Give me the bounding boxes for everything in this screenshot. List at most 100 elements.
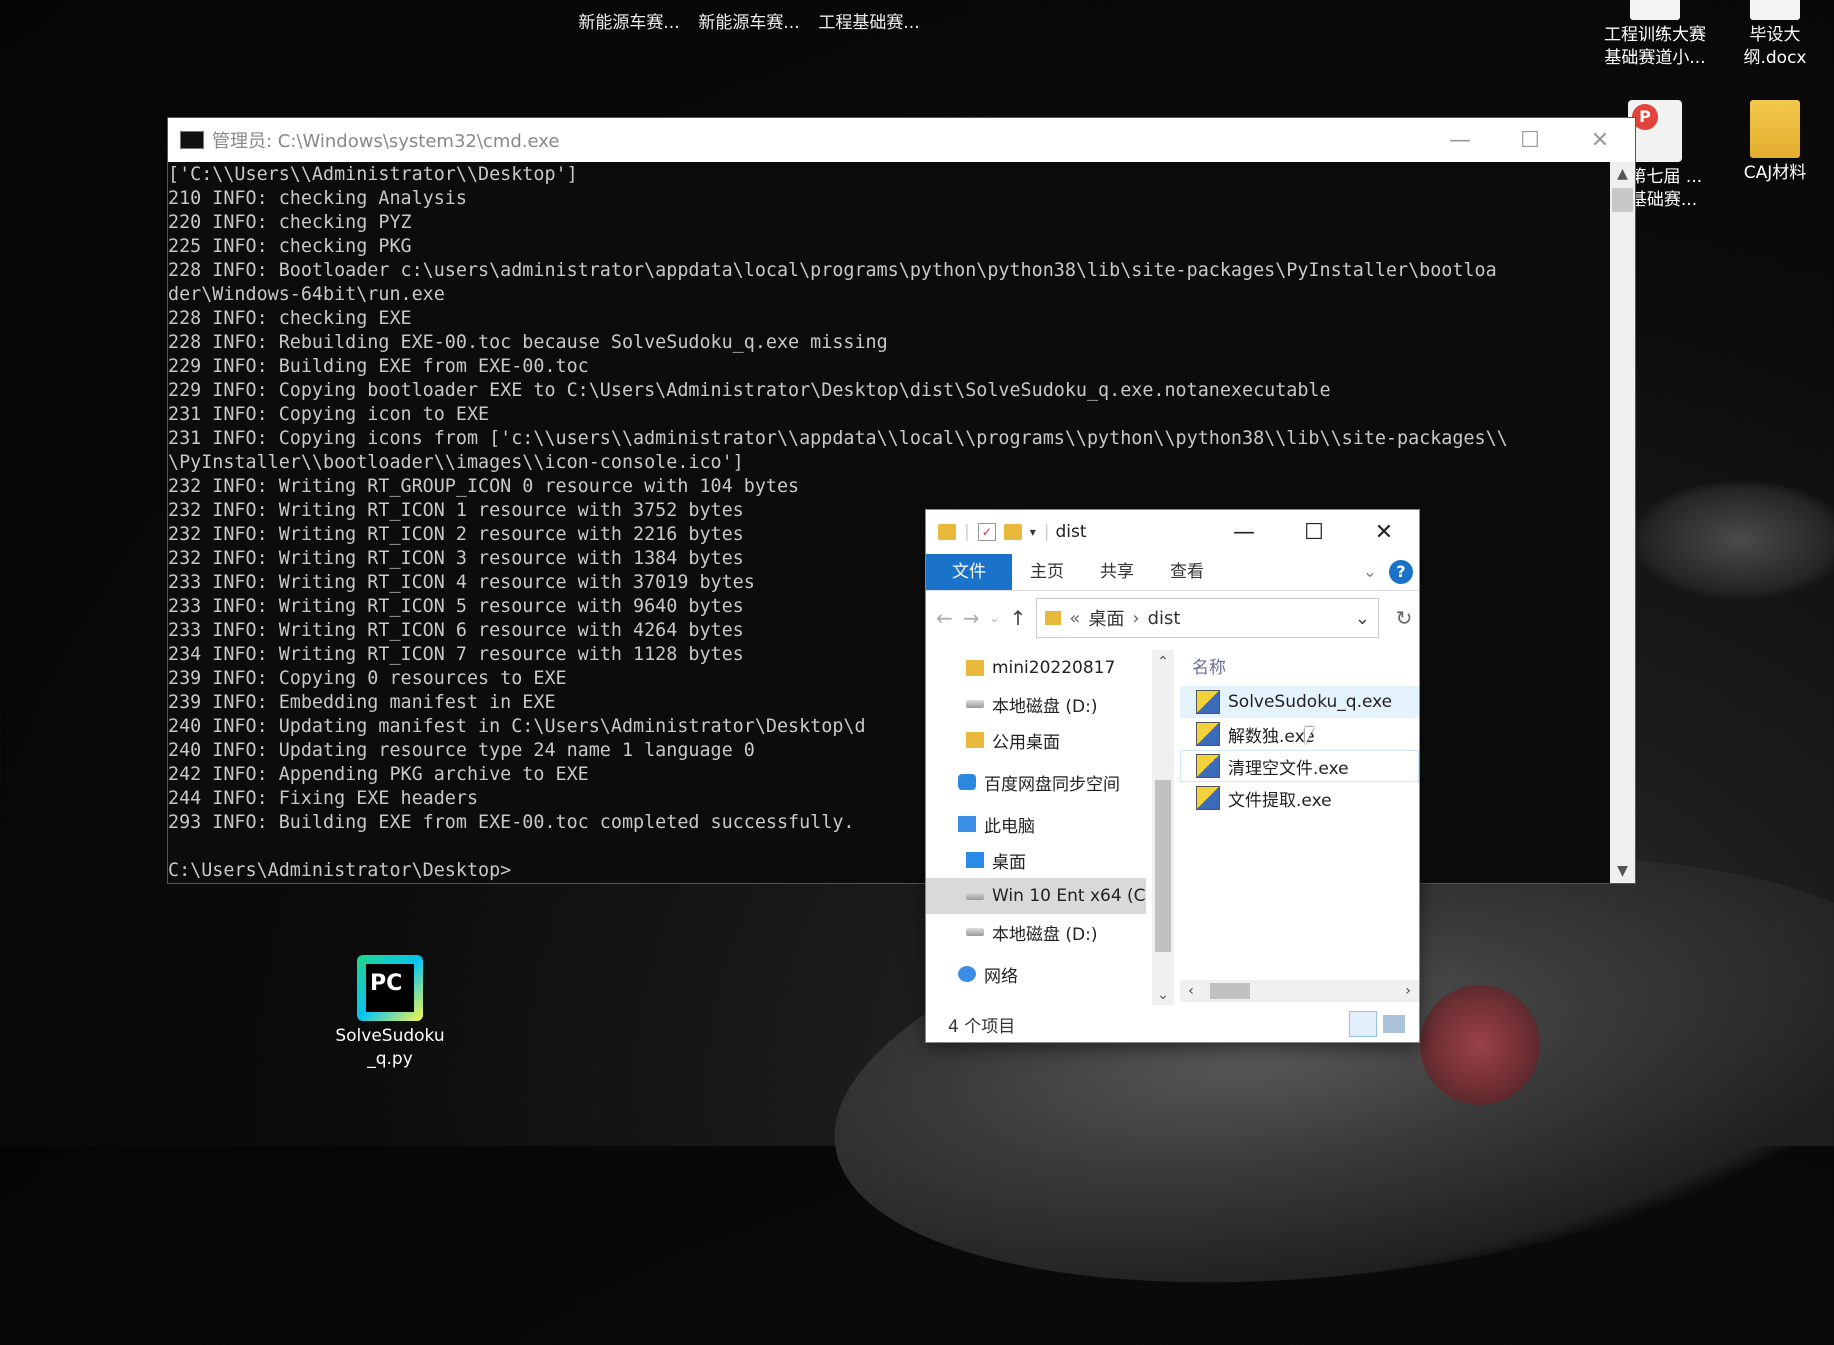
scroll-down-icon[interactable]: ▼	[1610, 863, 1635, 879]
nav-item-label: 本地磁盘 (D:)	[992, 696, 1098, 717]
desktop-icon-doc[interactable]: 工程训练大赛基础赛道小...	[1600, 0, 1710, 70]
file-list[interactable]: 名称 SolveSudoku_q.exe 解数独.exe 清理空文件.exe 文件提取…	[1180, 650, 1419, 1005]
scroll-thumb[interactable]	[1210, 983, 1250, 999]
scroll-right-icon[interactable]: ›	[1397, 980, 1419, 1002]
nav-item[interactable]: 本地磁盘 (D:)	[926, 914, 1146, 950]
address-bar[interactable]: « 桌面 › dist ⌄	[1036, 598, 1379, 638]
nav-item[interactable]: 桌面	[926, 842, 1146, 878]
desktop-icon-label[interactable]: 新能源车赛...	[569, 12, 689, 34]
nav-item-label: 网络	[984, 966, 1018, 987]
nav-item[interactable]: 百度网盘同步空间	[926, 764, 1146, 800]
desktop-icon-docx[interactable]: 毕设大纲.docx	[1720, 0, 1830, 70]
maximize-button[interactable]: ☐	[1495, 118, 1565, 162]
nav-scrollbar[interactable]: ⌃ ⌄	[1152, 650, 1174, 1005]
console-line: 229 INFO: Copying bootloader EXE to C:\U…	[168, 380, 1331, 401]
file-item[interactable]: 清理空文件.exe	[1180, 750, 1419, 782]
scroll-left-icon[interactable]: ‹	[1180, 980, 1202, 1002]
minimize-button[interactable]: —	[1209, 520, 1279, 545]
console-line: der\Windows-64bit\run.exe	[168, 284, 445, 305]
window-title: 管理员: C:\Windows\system32\cmd.exe	[212, 131, 560, 152]
recent-chevron-icon[interactable]: ⌄	[990, 611, 1000, 625]
status-bar: 4 个项目	[926, 1006, 1419, 1042]
drive-icon	[966, 928, 984, 936]
folder-icon	[1750, 100, 1800, 158]
explorer-title-bar[interactable]: | ✓ ▾ | dist — ☐ ✕	[926, 510, 1419, 554]
nav-item[interactable]: 公用桌面	[926, 722, 1146, 758]
properties-icon[interactable]: ✓	[977, 523, 996, 541]
drive-icon	[966, 892, 984, 900]
refresh-icon[interactable]: ↻	[1389, 606, 1419, 630]
vertical-scrollbar[interactable]: ▲ ▼	[1610, 162, 1635, 883]
console-line: 225 INFO: checking PKG	[168, 236, 412, 257]
console-line: ['C:\\Users\\Administrator\\Desktop']	[168, 164, 578, 185]
cmd-title-bar[interactable]: 管理员: C:\Windows\system32\cmd.exe — ☐ ✕	[168, 118, 1635, 162]
back-icon[interactable]: ←	[936, 606, 953, 630]
nav-item[interactable]: Win 10 Ent x64 (C	[926, 878, 1146, 914]
desktop-icon	[966, 852, 984, 868]
chevron-down-icon[interactable]: ▾	[1030, 525, 1036, 539]
close-button[interactable]: ✕	[1349, 520, 1419, 545]
desktop-icon-pycharm[interactable]: PC SolveSudoku_q.py	[335, 955, 445, 1071]
exe-file-icon	[1196, 786, 1220, 810]
folder-icon[interactable]	[938, 524, 956, 540]
file-name: 文件提取.exe	[1228, 790, 1332, 811]
scroll-up-icon[interactable]: ▲	[1610, 166, 1635, 182]
large-icons-view-button[interactable]	[1383, 1015, 1405, 1033]
tab-home[interactable]: 主页	[1012, 554, 1082, 590]
file-item[interactable]: SolveSudoku_q.exe	[1180, 686, 1419, 718]
console-line: 228 INFO: Bootloader c:\users\administra…	[168, 260, 1497, 281]
explorer-window[interactable]: | ✓ ▾ | dist — ☐ ✕ 文件 主页 共享 查看 ⌄ ? ← → ⌄…	[926, 510, 1419, 1042]
background-art	[1630, 480, 1834, 600]
desktop-icon-label[interactable]: 工程基础赛...	[809, 12, 929, 34]
desktop-icon-folder[interactable]: CAJ材料	[1720, 100, 1830, 185]
background-art	[1420, 985, 1540, 1105]
pc-icon	[958, 816, 976, 832]
nav-item-label: 公用桌面	[992, 732, 1060, 753]
tab-file[interactable]: 文件	[926, 554, 1012, 590]
column-header-name[interactable]: 名称	[1180, 650, 1419, 686]
item-count: 4 个项目	[948, 1016, 1016, 1037]
ribbon-tabs: 文件 主页 共享 查看 ⌄ ?	[926, 554, 1419, 591]
scroll-thumb[interactable]	[1612, 188, 1633, 212]
close-button[interactable]: ✕	[1565, 118, 1635, 162]
desktop-icon-label: CAJ材料	[1743, 163, 1807, 183]
help-icon[interactable]: ?	[1389, 560, 1413, 584]
nav-item[interactable]: 本地磁盘 (D:)	[926, 686, 1146, 722]
breadcrumb-desktop[interactable]: 桌面	[1088, 605, 1124, 631]
navigation-pane[interactable]: mini20220817 本地磁盘 (D:) 公用桌面百度网盘同步空间 此电脑 桌面 Wi…	[926, 650, 1146, 1005]
folder-icon	[966, 660, 984, 676]
tab-view[interactable]: 查看	[1152, 554, 1222, 590]
pycharm-icon: PC	[357, 955, 423, 1021]
console-line: 210 INFO: checking Analysis	[168, 188, 467, 209]
nav-item[interactable]: mini20220817	[926, 650, 1146, 686]
tab-share[interactable]: 共享	[1082, 554, 1152, 590]
console-line: 220 INFO: checking PYZ	[168, 212, 412, 233]
nav-item[interactable]: 此电脑	[926, 806, 1146, 842]
up-icon[interactable]: ↑	[1010, 606, 1027, 630]
maximize-button[interactable]: ☐	[1279, 520, 1349, 545]
horizontal-scrollbar[interactable]: ‹ ›	[1180, 980, 1419, 1002]
desktop-icon-label: 毕设大纲.docx	[1743, 25, 1807, 68]
scroll-up-icon[interactable]: ⌃	[1152, 654, 1174, 670]
desktop-icon-label: 工程训练大赛基础赛道小...	[1604, 25, 1706, 68]
doc-icon	[1630, 0, 1680, 20]
file-name: SolveSudoku_q.exe	[1228, 692, 1393, 712]
new-folder-icon[interactable]	[1003, 524, 1022, 540]
minimize-button[interactable]: —	[1425, 118, 1495, 162]
details-view-button[interactable]	[1349, 1011, 1377, 1037]
mouse-cursor-icon	[1305, 727, 1314, 745]
nav-item-label: mini20220817	[992, 658, 1116, 678]
scroll-thumb[interactable]	[1155, 780, 1171, 952]
address-dropdown-icon[interactable]: ⌄	[1355, 608, 1370, 629]
console-line: 231 INFO: Copying icon to EXE	[168, 404, 490, 425]
forward-icon[interactable]: →	[963, 606, 980, 630]
breadcrumb-separator-icon: ›	[1132, 607, 1140, 629]
file-item[interactable]: 解数独.exe	[1180, 718, 1419, 750]
scroll-down-icon[interactable]: ⌄	[1152, 987, 1174, 1003]
nav-item[interactable]: 网络	[926, 956, 1146, 992]
desktop-icon-label[interactable]: 新能源车赛...	[689, 12, 809, 34]
file-item[interactable]: 文件提取.exe	[1180, 782, 1419, 814]
expand-ribbon-icon[interactable]: ⌄	[1363, 562, 1377, 582]
breadcrumb-dist[interactable]: dist	[1148, 608, 1181, 629]
breadcrumb-overflow[interactable]: «	[1069, 608, 1080, 629]
